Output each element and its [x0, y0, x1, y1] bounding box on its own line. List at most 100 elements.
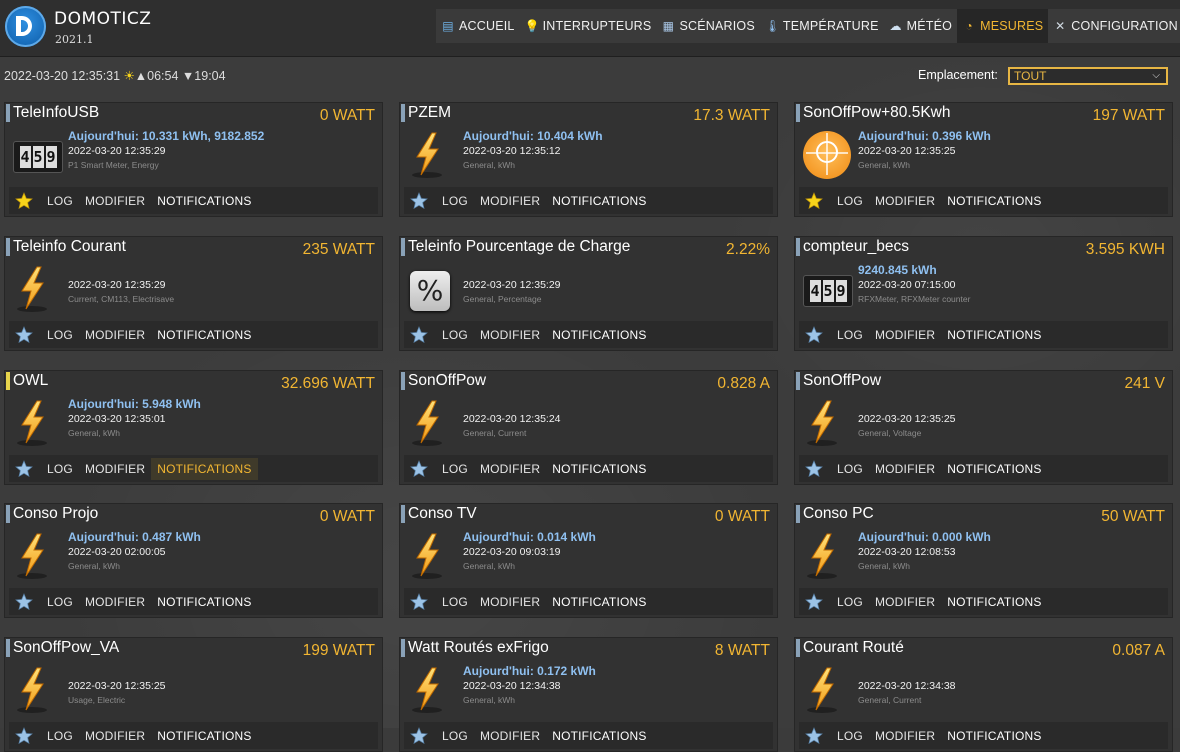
log-button[interactable]: LOG [436, 591, 474, 613]
device-actions: LOG MODIFIER NOTIFICATIONS [799, 321, 1168, 348]
edit-button[interactable]: MODIFIER [869, 324, 941, 346]
star-icon[interactable] [15, 459, 33, 478]
device-type: General, kWh [858, 561, 910, 571]
device-name: Watt Routés exFrigo [408, 639, 549, 656]
star-icon[interactable] [805, 592, 823, 611]
device-card: Conso PC 50 WATT Aujourd'hui: 0.000 kWh 202… [794, 503, 1173, 618]
device-actions: LOG MODIFIER NOTIFICATIONS [9, 321, 378, 348]
device-type: General, Current [858, 695, 922, 705]
percentage-icon: % [405, 265, 455, 311]
device-name: Conso Projo [13, 505, 99, 522]
notifications-button[interactable]: NOTIFICATIONS [151, 591, 257, 613]
device-type: P1 Smart Meter, Energy [68, 160, 159, 170]
notifications-button[interactable]: NOTIFICATIONS [941, 324, 1047, 346]
device-status-bar [401, 372, 405, 390]
star-icon[interactable] [15, 325, 33, 344]
log-button[interactable]: LOG [41, 458, 79, 480]
notifications-button[interactable]: NOTIFICATIONS [546, 190, 652, 212]
edit-button[interactable]: MODIFIER [474, 458, 546, 480]
nav-item-température[interactable]: 🌡 TEMPÉRATURE [760, 9, 884, 43]
device-status-bar [796, 505, 800, 523]
nav-item-interrupteurs[interactable]: 💡 INTERRUPTEURS [520, 9, 657, 43]
device-name: OWL [13, 372, 49, 389]
lightning-bolt-icon [800, 532, 850, 579]
log-button[interactable]: LOG [436, 190, 474, 212]
device-status-bar [796, 372, 800, 390]
chevron-down-icon: ⌵ [1152, 70, 1160, 81]
log-button[interactable]: LOG [831, 190, 869, 212]
device-name: Teleinfo Pourcentage de Charge [408, 238, 631, 255]
favorite-star-icon[interactable] [15, 191, 33, 210]
log-button[interactable]: LOG [831, 324, 869, 346]
edit-button[interactable]: MODIFIER [869, 190, 941, 212]
log-button[interactable]: LOG [831, 591, 869, 613]
log-button[interactable]: LOG [41, 324, 79, 346]
star-icon[interactable] [410, 459, 428, 478]
star-icon[interactable] [410, 325, 428, 344]
edit-button[interactable]: MODIFIER [474, 190, 546, 212]
device-value: 3.595 KWH [1085, 241, 1165, 258]
nav-item-accueil[interactable]: ▤ ACCUEIL [436, 9, 520, 43]
star-icon[interactable] [805, 726, 823, 745]
lightning-bolt-icon [405, 666, 455, 713]
device-last-update: 2022-03-20 12:35:29 [68, 145, 166, 157]
star-icon[interactable] [15, 726, 33, 745]
device-last-update: 2022-03-20 07:15:00 [858, 279, 956, 291]
gauge-icon: ◔ [965, 19, 973, 33]
star-icon[interactable] [410, 592, 428, 611]
notifications-button[interactable]: NOTIFICATIONS [546, 591, 652, 613]
edit-button[interactable]: MODIFIER [79, 190, 151, 212]
status-datetime: 2022-03-20 12:35:31 ☀▲06:54 ▼19:04 [4, 68, 226, 83]
notifications-button[interactable]: NOTIFICATIONS [151, 457, 258, 480]
device-value: 0 WATT [714, 508, 770, 525]
favorite-star-icon[interactable] [805, 191, 823, 210]
thermometer-icon: 🌡 [764, 19, 781, 33]
lightning-bolt-icon [405, 131, 455, 178]
notifications-button[interactable]: NOTIFICATIONS [941, 458, 1047, 480]
location-label: Emplacement: [918, 68, 998, 82]
nav-item-scénarios[interactable]: ▦ SCÉNARIOS [656, 9, 759, 43]
log-button[interactable]: LOG [436, 324, 474, 346]
edit-button[interactable]: MODIFIER [474, 591, 546, 613]
notifications-button[interactable]: NOTIFICATIONS [941, 190, 1047, 212]
nav-item-label: ACCUEIL [459, 19, 515, 33]
star-icon[interactable] [410, 191, 428, 210]
device-status-bar [796, 104, 800, 122]
notifications-button[interactable]: NOTIFICATIONS [546, 324, 652, 346]
nav-item-mesures[interactable]: ◔ MESURES [957, 9, 1049, 43]
domoticz-logo-icon[interactable] [5, 6, 46, 47]
device-name: SonOffPow_VA [13, 639, 120, 656]
notifications-button[interactable]: NOTIFICATIONS [941, 591, 1047, 613]
nav-item-configuration[interactable]: ✕CONFIGURATION▼ [1048, 9, 1180, 43]
device-value: 2.22% [726, 241, 770, 258]
star-icon[interactable] [805, 459, 823, 478]
log-button[interactable]: LOG [831, 458, 869, 480]
edit-button[interactable]: MODIFIER [79, 591, 151, 613]
device-actions: LOG MODIFIER NOTIFICATIONS [9, 455, 378, 482]
notifications-button[interactable]: NOTIFICATIONS [151, 324, 257, 346]
location-selected-value: TOUT [1014, 69, 1047, 83]
device-type: Usage, Electric [68, 695, 126, 705]
edit-button[interactable]: MODIFIER [474, 324, 546, 346]
edit-button[interactable]: MODIFIER [79, 324, 151, 346]
sunrise-up-icon: ▲ [134, 69, 148, 83]
log-button[interactable]: LOG [41, 591, 79, 613]
location-select[interactable]: TOUT ⌵ [1008, 67, 1168, 85]
device-last-update: 2022-03-20 12:34:38 [463, 680, 561, 692]
edit-button[interactable]: MODIFIER [869, 591, 941, 613]
notifications-button[interactable]: NOTIFICATIONS [151, 190, 257, 212]
edit-button[interactable]: MODIFIER [869, 458, 941, 480]
edit-button[interactable]: MODIFIER [79, 458, 151, 480]
star-icon[interactable] [15, 592, 33, 611]
device-today-usage: Aujourd'hui: 0.487 kWh [68, 530, 201, 544]
notifications-button[interactable]: NOTIFICATIONS [546, 458, 652, 480]
device-info: Aujourd'hui: 5.948 kWh 2022-03-20 12:35:0… [68, 397, 201, 440]
device-today-usage: Aujourd'hui: 10.331 kWh, 9182.852 [68, 129, 265, 143]
star-icon[interactable] [410, 726, 428, 745]
star-icon[interactable] [805, 325, 823, 344]
device-type: General, Current [463, 428, 527, 438]
device-status-bar [401, 639, 405, 657]
nav-item-météo[interactable]: ☁ MÉTÉO [884, 9, 957, 43]
log-button[interactable]: LOG [436, 458, 474, 480]
log-button[interactable]: LOG [41, 190, 79, 212]
